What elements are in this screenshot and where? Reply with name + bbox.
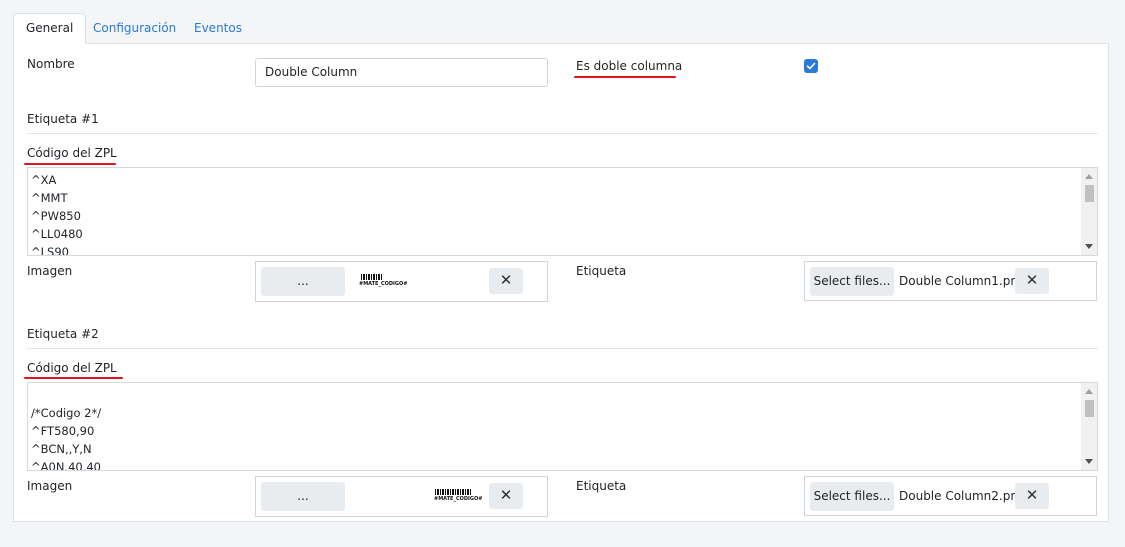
code-line: /*Codigo 2*/ — [31, 406, 102, 420]
close-icon: ✕ — [499, 271, 513, 289]
code-line: ^MMT — [31, 191, 68, 205]
check-icon — [806, 62, 816, 70]
imagen2-preview: #MATE_CODIGO# — [349, 480, 483, 512]
annotation-underline — [24, 163, 116, 165]
zpl2-textarea[interactable]: /*Codigo 2*/ ^FT580,90 ^BCN,,Y,N ^A0N,40… — [27, 382, 1098, 471]
scroll-up-icon[interactable] — [1085, 389, 1093, 394]
file-name: Double Column2.png — [899, 489, 1026, 503]
zpl1-textarea[interactable]: ^XA ^MMT ^PW850 ^LL0480 ^LS90 — [27, 167, 1098, 256]
zpl2-label: Código del ZPL — [27, 361, 117, 375]
zpl1-scrollbar[interactable] — [1081, 168, 1097, 255]
select-files-button[interactable]: Select files... — [810, 482, 894, 511]
imagen1-preview: #MATE_CODIGO# — [349, 265, 483, 297]
barcode-icon — [435, 489, 471, 495]
tab-general[interactable]: General — [13, 13, 87, 44]
code-line: ^XA — [31, 173, 57, 187]
zpl2-scrollbar[interactable] — [1081, 383, 1097, 470]
preview-text: #MATE_CODIGO# — [359, 281, 408, 287]
scroll-thumb[interactable] — [1085, 400, 1094, 417]
doble-columna-checkbox[interactable] — [804, 59, 818, 73]
close-icon: ✕ — [1025, 486, 1039, 504]
code-line: ^FT580,90 — [31, 424, 95, 438]
barcode-icon — [361, 274, 383, 280]
doble-columna-label: Es doble columna — [576, 59, 683, 73]
imagen2-browse-button[interactable]: ... — [261, 482, 345, 511]
remove-file-button[interactable]: ✕ — [1015, 268, 1049, 294]
code-line: ^PW850 — [31, 209, 81, 223]
scroll-thumb[interactable] — [1085, 185, 1094, 202]
file-name: Double Column1.png — [899, 274, 1026, 288]
select-files-button[interactable]: Select files... — [810, 267, 894, 296]
code-line: ^A0N,40,40 — [31, 460, 101, 471]
etiqueta2-heading: Etiqueta #2 — [27, 327, 99, 341]
code-line: ^BCN,,Y,N — [31, 442, 92, 456]
preview-text: #MATE_CODIGO# — [434, 496, 483, 502]
close-icon: ✕ — [499, 486, 513, 504]
zpl1-label: Código del ZPL — [27, 146, 117, 160]
etiqueta1-file-label: Etiqueta — [576, 264, 627, 278]
code-line: ^LL0480 — [31, 227, 83, 241]
code-line: ^LS90 — [31, 245, 69, 256]
divider — [27, 348, 1098, 349]
etiqueta1-heading: Etiqueta #1 — [27, 112, 99, 126]
scroll-up-icon[interactable] — [1085, 174, 1093, 179]
scroll-down-icon[interactable] — [1085, 244, 1093, 249]
divider — [27, 133, 1098, 134]
imagen1-browse-button[interactable]: ... — [261, 267, 345, 296]
nombre-input[interactable]: Double Column — [255, 58, 548, 87]
imagen2-label: Imagen — [27, 479, 73, 493]
imagen2-remove-button[interactable]: ✕ — [489, 483, 523, 509]
scroll-down-icon[interactable] — [1085, 459, 1093, 464]
close-icon: ✕ — [1025, 271, 1039, 289]
etiqueta2-file-label: Etiqueta — [576, 479, 627, 493]
tab-eventos[interactable]: Eventos — [182, 13, 254, 44]
annotation-underline — [24, 377, 123, 379]
tab-configuracion[interactable]: Configuración — [81, 13, 188, 44]
remove-file-button[interactable]: ✕ — [1015, 483, 1049, 509]
nombre-label: Nombre — [27, 57, 75, 71]
imagen1-remove-button[interactable]: ✕ — [489, 268, 523, 294]
annotation-underline — [574, 76, 676, 78]
imagen1-label: Imagen — [27, 264, 73, 278]
